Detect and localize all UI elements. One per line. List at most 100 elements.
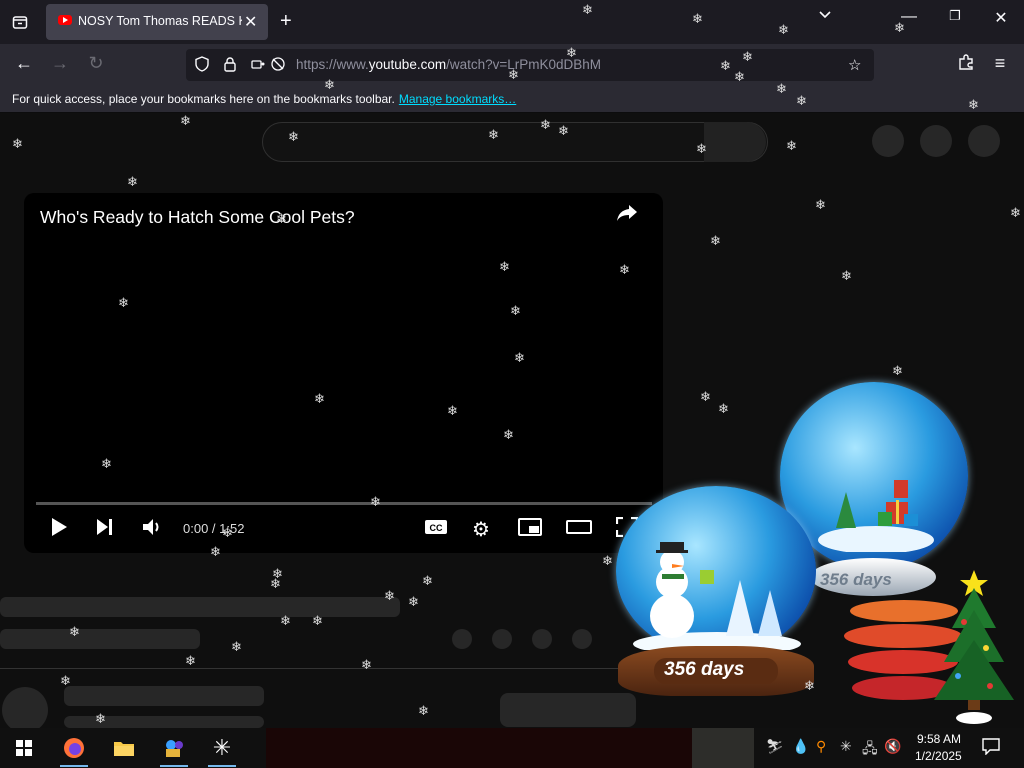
app-icon[interactable] — [158, 734, 190, 767]
water-drop-icon[interactable]: 💧 — [792, 738, 809, 755]
volume-icon[interactable] — [142, 517, 164, 543]
christmas-tree-icon — [928, 566, 1020, 726]
windows-start-icon[interactable] — [8, 734, 40, 762]
theater-mode-icon[interactable] — [566, 517, 592, 543]
tab-list-icon[interactable] — [8, 10, 32, 34]
search-tray-icon[interactable]: ⚲ — [816, 738, 826, 755]
notifications-icon[interactable] — [982, 737, 1000, 760]
snowflake-icon: ❄ — [742, 49, 753, 64]
video-title[interactable]: Who's Ready to Hatch Some Cool Pets? — [40, 207, 355, 228]
url-domain: youtube.com — [368, 57, 447, 72]
snowflake-icon: ❄ — [60, 673, 71, 688]
snowflake-icon: ❄ — [796, 93, 807, 108]
browser-tab[interactable]: NOSY Tom Thomas READS Kat ✕ — [46, 4, 268, 40]
snowflake-icon: ❄ — [510, 303, 521, 318]
puzzle-icon[interactable] — [954, 53, 978, 76]
search-input[interactable] — [262, 122, 768, 162]
progress-bar[interactable] — [36, 502, 652, 505]
subtitles-icon[interactable]: CC — [424, 517, 448, 543]
snowflake-icon: ❄ — [582, 2, 593, 17]
snowflake-icon: ❄ — [894, 20, 905, 35]
snowflake-icon: ❄ — [776, 81, 787, 96]
loading-skeleton — [532, 629, 552, 649]
share-icon[interactable] — [616, 203, 638, 229]
snowflake-icon: ❄ — [503, 427, 514, 442]
tray-app-icon[interactable]: ⛷ — [766, 738, 784, 755]
divider — [0, 668, 640, 669]
snowflake-icon: ❄ — [692, 11, 703, 26]
snowflake-app-icon[interactable]: ✳ — [206, 734, 238, 767]
reload-icon[interactable]: ↻ — [84, 53, 108, 74]
bookmarks-hint: For quick access, place your bookmarks h… — [12, 92, 516, 106]
snowflake-tray-icon[interactable]: ✳ — [840, 738, 852, 755]
video-player[interactable]: Who's Ready to Hatch Some Cool Pets? 0:0… — [24, 193, 663, 553]
snowflake-icon: ❄ — [514, 350, 525, 365]
snowflake-icon: ❄ — [710, 233, 721, 248]
next-icon[interactable] — [96, 517, 114, 543]
tab-close-icon[interactable]: ✕ — [244, 12, 257, 32]
tab-title: NOSY Tom Thomas READS Kat — [78, 14, 242, 28]
create-button-placeholder[interactable] — [872, 125, 904, 157]
hamburger-icon[interactable]: ≡ — [988, 53, 1012, 74]
snowflake-icon: ❄ — [324, 77, 335, 92]
clock-date[interactable]: 1/2/2025 — [915, 749, 962, 763]
svg-text:CC: CC — [430, 523, 443, 533]
maximize-icon[interactable]: ❐ — [940, 8, 970, 24]
clock-time[interactable]: 9:58 AM — [917, 732, 961, 746]
autoplay-blocked-icon[interactable] — [270, 56, 286, 76]
file-explorer-icon[interactable] — [108, 734, 140, 762]
miniplayer-icon[interactable] — [518, 517, 542, 543]
loading-skeleton — [572, 629, 592, 649]
taskbar: ✳ ⛷ 💧 ⚲ ✳ 🖧 🔇 9:58 AM 1/2/2025 — [0, 728, 1024, 768]
star-icon[interactable]: ☆ — [848, 56, 861, 74]
snowflake-icon: ❄ — [778, 22, 789, 37]
list-all-tabs-icon[interactable] — [810, 8, 840, 25]
snowflake-icon: ❄ — [185, 653, 196, 668]
snowflake-icon: ❄ — [786, 138, 797, 153]
snowflake-icon: ❄ — [222, 525, 233, 540]
search-button[interactable] — [704, 122, 766, 162]
snowflake-icon: ❄ — [968, 97, 979, 112]
url-text[interactable]: https://www.youtube.com/watch?v=LrPmK0dD… — [296, 57, 601, 72]
snowflake-icon: ❄ — [408, 594, 419, 609]
firefox-icon[interactable] — [58, 734, 90, 767]
tab-strip: NOSY Tom Thomas READS Kat ✕ + — ❐ ✕ — [0, 0, 1024, 44]
new-tab-icon[interactable]: + — [280, 10, 292, 33]
loading-skeleton — [0, 597, 400, 617]
network-icon[interactable]: 🖧 — [862, 738, 878, 762]
snowflake-icon: ❄ — [314, 391, 325, 406]
snowflake-icon: ❄ — [418, 703, 429, 718]
shield-icon[interactable] — [194, 56, 210, 76]
snowflake-icon: ❄ — [231, 639, 242, 654]
manage-bookmarks-link[interactable]: Manage bookmarks… — [399, 92, 516, 106]
snowflake-icon: ❄ — [312, 613, 323, 628]
snowflake-icon: ❄ — [892, 363, 903, 378]
snowflake-icon: ❄ — [734, 69, 745, 84]
back-arrow-icon[interactable]: ← — [12, 53, 36, 74]
play-icon[interactable] — [50, 517, 68, 543]
snowflake-icon: ❄ — [361, 657, 372, 672]
avatar-placeholder[interactable] — [968, 125, 1000, 157]
permissions-icon[interactable] — [250, 56, 266, 76]
bookmarks-toolbar: For quick access, place your bookmarks h… — [0, 86, 1024, 113]
volume-muted-icon[interactable]: 🔇 — [884, 738, 901, 755]
snowman-scene-icon — [633, 542, 801, 650]
snowflake-icon: ❄ — [180, 113, 191, 128]
snowflake-icon: ❄ — [804, 678, 815, 693]
settings-gear-icon[interactable]: ⚙ — [472, 517, 490, 542]
close-window-icon[interactable]: ✕ — [986, 8, 1016, 28]
snowflake-icon: ❄ — [276, 211, 287, 226]
snowflake-icon: ❄ — [270, 576, 281, 591]
lock-icon[interactable] — [222, 56, 238, 76]
snowflake-icon: ❄ — [422, 573, 433, 588]
forward-arrow-icon[interactable]: → — [48, 53, 72, 74]
notifications-button-placeholder[interactable] — [920, 125, 952, 157]
snowflake-icon: ❄ — [12, 136, 23, 151]
snowflake-icon: ❄ — [566, 45, 577, 60]
time-display: 0:00 / 1:52 — [183, 521, 245, 536]
url-bar[interactable]: https://www.youtube.com/watch?v=LrPmK0dD… — [186, 49, 874, 81]
snowflake-icon: ❄ — [499, 259, 510, 274]
snowflake-icon: ❄ — [370, 494, 381, 509]
snowflake-icon: ❄ — [69, 624, 80, 639]
snowflake-icon: ❄ — [101, 456, 112, 471]
